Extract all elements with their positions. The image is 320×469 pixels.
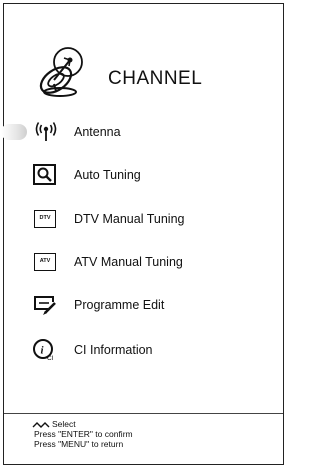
menu-item-label: Auto Tuning [74,168,141,182]
menu-item-label: CI Information [74,343,153,357]
menu-item-label: Programme Edit [74,298,165,312]
select-hint: Select [52,419,76,429]
antenna-signal-icon [35,122,57,141]
svg-text:CI: CI [47,355,54,362]
atv-icon: ATV [30,250,58,274]
channel-menu-panel: CHANNEL Antenna Auto Tuning DTV DTV Manu… [1,3,284,466]
menu-item-antenna[interactable]: Antenna [1,118,283,148]
svg-text:i: i [41,345,45,357]
menu-item-dtv-manual-tuning[interactable]: DTV DTV Manual Tuning [4,205,283,235]
return-hint: Press "MENU" to return [34,439,124,449]
menu-item-label: ATV Manual Tuning [74,255,183,269]
help-footer: Select Press "ENTER" to confirm Press "M… [4,413,283,466]
menu-item-label: DTV Manual Tuning [74,212,185,226]
selection-highlight [1,124,27,140]
menu-item-programme-edit[interactable]: Programme Edit [4,291,283,321]
dtv-icon-text: DTV [34,210,56,228]
menu-header: CHANNEL [4,42,283,102]
satellite-dish-icon [39,47,83,97]
programme-edit-icon [34,296,56,315]
menu-item-label: Antenna [74,125,121,139]
confirm-hint: Press "ENTER" to confirm [34,429,133,439]
atv-icon-text: ATV [34,253,56,271]
menu-item-auto-tuning[interactable]: Auto Tuning [4,161,283,191]
page-title: CHANNEL [108,68,203,89]
menu-item-atv-manual-tuning[interactable]: ATV ATV Manual Tuning [4,248,283,278]
menu-item-ci-information[interactable]: i CI CI Information [4,336,283,366]
up-down-arrows-icon [32,422,50,428]
magnifier-icon [33,164,56,185]
ci-info-icon: i CI [33,339,54,362]
dtv-icon: DTV [30,207,58,231]
